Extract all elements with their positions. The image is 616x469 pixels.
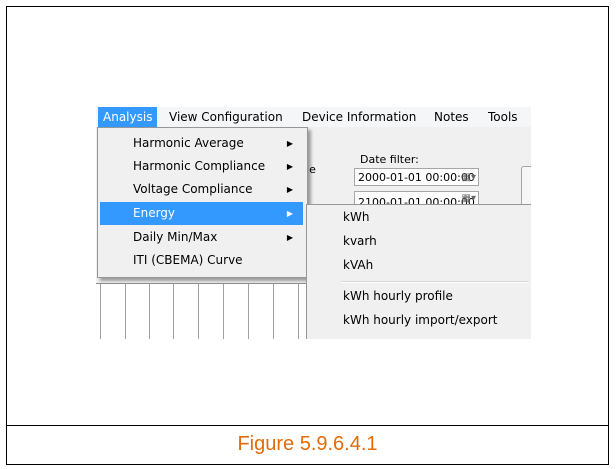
figure-caption: Figure 5.9.6.4.1 — [237, 433, 378, 455]
menu-item-label: Harmonic Average — [133, 136, 244, 150]
menu-item-label: ITI (CBEMA) Curve — [133, 253, 243, 267]
calendar-dropdown-icon[interactable]: ▦▾ — [458, 172, 476, 183]
menu-analysis[interactable]: Analysis — [98, 107, 158, 127]
menu-item-iti-cbema-curve[interactable]: ITI (CBEMA) Curve — [100, 249, 303, 272]
menu-tools[interactable]: Tools — [488, 110, 518, 124]
submenu-arrow-icon: ▶ — [286, 233, 293, 242]
menu-item-label: Energy — [133, 206, 176, 220]
date-to-field[interactable]: 2100-01-01 00:00:00 ▦▾ — [354, 191, 479, 205]
menu-bar: Analysis View Configuration Device Infor… — [96, 107, 531, 127]
submenu-item-kvarh[interactable]: kvarh — [343, 234, 377, 248]
date-from-field[interactable]: 2000-01-01 00:00:00 ▦▾ — [354, 168, 479, 186]
submenu-arrow-icon: ▶ — [286, 185, 293, 194]
menu-view-configuration[interactable]: View Configuration — [169, 110, 283, 124]
side-panel-edge — [521, 166, 531, 208]
submenu-arrow-icon: ▶ — [286, 209, 293, 218]
data-grid — [96, 283, 336, 339]
submenu-arrow-icon: ▶ — [286, 139, 293, 148]
menu-notes[interactable]: Notes — [434, 110, 469, 124]
menu-item-harmonic-average[interactable]: Harmonic Average ▶ — [100, 132, 303, 155]
submenu-separator — [341, 281, 529, 283]
calendar-dropdown-icon[interactable]: ▦▾ — [458, 193, 476, 204]
menu-item-label: Daily Min/Max — [133, 230, 218, 244]
date-filter-label: Date filter: — [360, 153, 419, 166]
analysis-dropdown: Harmonic Average ▶ Harmonic Compliance ▶… — [97, 127, 308, 278]
submenu-item-kvah[interactable]: kVAh — [343, 258, 373, 272]
menu-item-harmonic-compliance[interactable]: Harmonic Compliance ▶ — [100, 155, 303, 178]
submenu-item-kwh[interactable]: kWh — [343, 210, 369, 224]
menu-item-daily-min-max[interactable]: Daily Min/Max ▶ — [100, 226, 303, 249]
menu-item-label: Harmonic Compliance — [133, 159, 266, 173]
submenu-arrow-icon: ▶ — [286, 162, 293, 171]
menu-item-energy[interactable]: Energy ▶ — [100, 202, 303, 225]
submenu-item-kwh-hourly-import-export[interactable]: kWh hourly import/export — [343, 313, 498, 327]
energy-submenu: kWh kvarh kVAh kWh hourly profile kWh ho… — [306, 204, 531, 339]
screenshot-area: table Date filter: 2000-01-01 00:00:00 ▦… — [96, 107, 531, 339]
menu-item-voltage-compliance[interactable]: Voltage Compliance ▶ — [100, 178, 303, 201]
caption-cell: Figure 5.9.6.4.1 — [6, 425, 609, 465]
submenu-item-kwh-hourly-profile[interactable]: kWh hourly profile — [343, 289, 453, 303]
menu-device-information[interactable]: Device Information — [302, 110, 416, 124]
menu-item-label: Voltage Compliance — [133, 182, 253, 196]
